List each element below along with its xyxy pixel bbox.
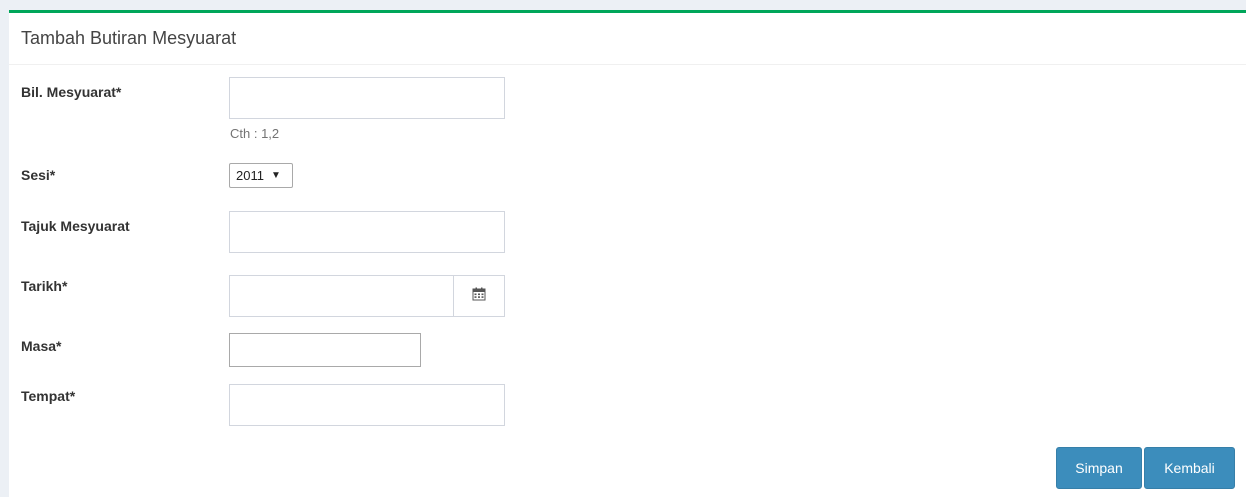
- sesi-selected-value: 2011: [236, 168, 264, 183]
- tarikh-input[interactable]: [229, 275, 454, 317]
- sesi-label: Sesi*: [21, 167, 56, 183]
- panel-header: Tambah Butiran Mesyuarat: [9, 13, 1246, 65]
- back-button[interactable]: Kembali: [1144, 447, 1235, 489]
- page-title: Tambah Butiran Mesyuarat: [21, 28, 237, 48]
- bil-mesyuarat-label: Bil. Mesyuarat*: [21, 84, 122, 100]
- bil-mesyuarat-input[interactable]: [229, 77, 505, 119]
- calendar-icon: [472, 287, 486, 306]
- tempat-input[interactable]: [229, 384, 505, 426]
- chevron-down-icon: ▼: [270, 170, 281, 181]
- masa-input[interactable]: [229, 333, 421, 367]
- tajuk-mesyuarat-label: Tajuk Mesyuarat: [21, 218, 130, 234]
- tempat-label: Tempat*: [21, 388, 76, 404]
- sesi-select[interactable]: 2011 ▼: [229, 163, 293, 188]
- form-panel: Tambah Butiran Mesyuarat Bil. Mesyuarat*…: [9, 10, 1246, 497]
- calendar-button[interactable]: [453, 275, 505, 317]
- tarikh-label: Tarikh*: [21, 278, 68, 294]
- bil-mesyuarat-help: Cth : 1,2: [230, 126, 280, 141]
- save-button[interactable]: Simpan: [1056, 447, 1142, 489]
- tajuk-mesyuarat-input[interactable]: [229, 211, 505, 253]
- masa-label: Masa*: [21, 338, 62, 354]
